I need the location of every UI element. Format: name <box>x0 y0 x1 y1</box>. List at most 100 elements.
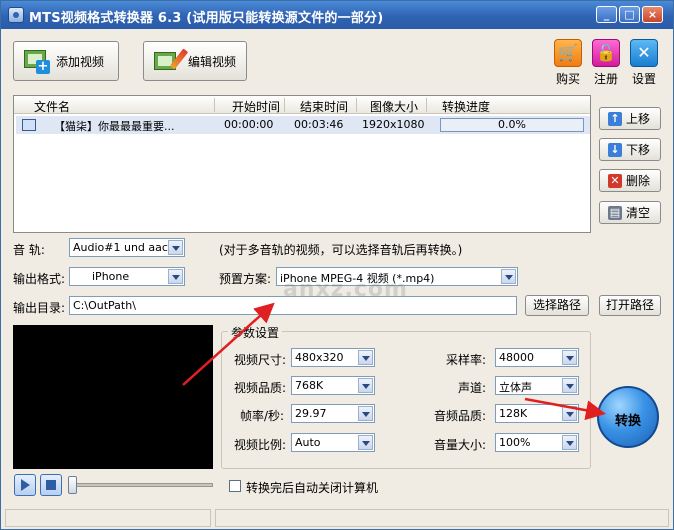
move-up-button[interactable]: ↑ 上移 <box>599 107 661 130</box>
chevron-down-icon[interactable] <box>562 435 577 450</box>
column-filename[interactable]: 文件名 <box>34 98 70 115</box>
chevron-down-icon[interactable] <box>562 406 577 421</box>
row-progress-text: 0.0% <box>498 118 526 131</box>
move-down-label: 下移 <box>626 143 651 157</box>
watermark-text: anxz.com <box>283 277 408 302</box>
delete-button[interactable]: ✕ 删除 <box>599 169 661 192</box>
main-window: MTS视频格式转换器 6.3 (试用版只能转换源文件的一部分) _ □ × + … <box>0 0 674 530</box>
channel-value: 立体声 <box>499 381 532 394</box>
app-icon <box>8 7 24 23</box>
stop-button[interactable] <box>40 474 62 496</box>
audio-track-select[interactable]: Audio#1 und aac <box>69 238 185 257</box>
volume-select[interactable]: 100% <box>495 433 579 452</box>
volume-label: 音量大小: <box>434 438 487 452</box>
register-label: 注册 <box>593 72 618 86</box>
output-dir-label: 输出目录: <box>13 301 66 315</box>
framerate-value: 29.97 <box>295 407 327 420</box>
open-path-button[interactable]: 打开路径 <box>599 295 661 316</box>
edit-video-label: 编辑视频 <box>188 54 237 69</box>
output-format-select[interactable]: iPhone <box>69 267 185 286</box>
audio-quality-value: 128K <box>499 407 528 420</box>
video-size-select[interactable]: 480x320 <box>291 348 375 367</box>
delete-x-icon: ✕ <box>608 173 622 188</box>
chevron-down-icon[interactable] <box>168 269 183 284</box>
status-cell-right <box>215 509 669 527</box>
output-dir-value: C:\OutPath\ <box>73 299 136 312</box>
aspect-select[interactable]: Auto <box>291 433 375 452</box>
chevron-down-icon[interactable] <box>562 378 577 393</box>
seek-slider-thumb[interactable] <box>68 476 77 494</box>
clear-button[interactable]: ▤ 清空 <box>599 201 661 224</box>
audio-track-label: 音 轨: <box>13 243 45 257</box>
choose-path-button[interactable]: 选择路径 <box>525 295 589 316</box>
column-start-time[interactable]: 开始时间 <box>232 98 280 115</box>
row-progress-bar: 0.0% <box>440 118 584 132</box>
row-end-time: 00:03:46 <box>294 118 344 131</box>
add-video-button[interactable]: + 添加视频 <box>13 41 119 81</box>
chevron-down-icon[interactable] <box>358 350 373 365</box>
convert-label: 转换 <box>614 414 641 429</box>
convert-button[interactable]: 转换 <box>597 386 659 448</box>
params-legend: 参数设置 <box>228 324 283 341</box>
output-format-value: iPhone <box>92 270 130 283</box>
move-up-label: 上移 <box>626 112 651 126</box>
chevron-down-icon[interactable] <box>358 435 373 450</box>
chevron-down-icon[interactable] <box>168 240 183 255</box>
table-row[interactable]: 【猫柒】你最最最重要... 00:00:00 00:03:46 1920x108… <box>16 116 590 134</box>
clear-label: 清空 <box>626 206 651 220</box>
video-size-label: 视频尺寸: <box>234 353 287 367</box>
framerate-label: 帧率/秒: <box>240 409 285 423</box>
chevron-down-icon[interactable] <box>358 406 373 421</box>
samplerate-value: 48000 <box>499 351 534 364</box>
column-end-time[interactable]: 结束时间 <box>300 98 348 115</box>
seek-slider[interactable] <box>68 476 213 494</box>
add-video-icon: + <box>24 48 50 74</box>
video-preview <box>13 325 213 469</box>
framerate-select[interactable]: 29.97 <box>291 404 375 423</box>
preset-label: 预置方案: <box>219 272 272 286</box>
status-bar <box>1 507 673 529</box>
column-progress[interactable]: 转换进度 <box>442 98 490 115</box>
register-button[interactable]: 🔓 注册 <box>590 39 622 87</box>
samplerate-label: 采样率: <box>446 353 487 367</box>
window-title: MTS视频格式转换器 6.3 (试用版只能转换源文件的一部分) <box>29 11 384 26</box>
close-button[interactable]: × <box>642 6 663 23</box>
file-list[interactable]: 文件名 开始时间 结束时间 图像大小 转换进度 【猫柒】你最最最重要... 00… <box>13 95 591 233</box>
video-file-icon <box>22 119 36 131</box>
row-image-size: 1920x1080 <box>362 118 425 131</box>
volume-value: 100% <box>499 436 531 449</box>
video-quality-value: 768K <box>295 379 324 392</box>
play-button[interactable] <box>14 474 36 496</box>
settings-button[interactable]: ✕ 设置 <box>628 39 660 87</box>
lock-icon: 🔓 <box>592 39 620 67</box>
add-video-label: 添加视频 <box>56 54 105 69</box>
clear-icon: ▤ <box>608 205 622 220</box>
video-size-value: 480x320 <box>295 351 344 364</box>
video-quality-label: 视频品质: <box>234 381 287 395</box>
chevron-down-icon[interactable] <box>562 350 577 365</box>
column-image-size[interactable]: 图像大小 <box>370 98 418 115</box>
audio-quality-select[interactable]: 128K <box>495 404 579 423</box>
buy-label: 购买 <box>555 72 580 86</box>
title-bar[interactable]: MTS视频格式转换器 6.3 (试用版只能转换源文件的一部分) _ □ × <box>1 1 673 29</box>
channel-select[interactable]: 立体声 <box>495 376 579 395</box>
settings-label: 设置 <box>631 72 656 86</box>
chevron-down-icon[interactable] <box>358 378 373 393</box>
maximize-button[interactable]: □ <box>619 6 640 23</box>
video-quality-select[interactable]: 768K <box>291 376 375 395</box>
arrow-down-icon: ↓ <box>608 142 622 157</box>
buy-button[interactable]: 🛒 购买 <box>552 39 584 87</box>
auto-shutdown-checkbox[interactable] <box>229 480 241 492</box>
move-down-button[interactable]: ↓ 下移 <box>599 138 661 161</box>
chevron-down-icon[interactable] <box>501 269 516 284</box>
tools-icon: ✕ <box>630 39 658 67</box>
channel-label: 声道: <box>458 381 487 395</box>
samplerate-select[interactable]: 48000 <box>495 348 579 367</box>
auto-shutdown-label: 转换完后自动关闭计算机 <box>246 481 379 495</box>
delete-label: 删除 <box>626 174 651 188</box>
status-cell-left <box>5 509 211 527</box>
edit-video-button[interactable]: 编辑视频 <box>143 41 247 81</box>
audio-track-hint: (对于多音轨的视频，可以选择音轨后再转换。) <box>219 243 463 257</box>
minimize-button[interactable]: _ <box>596 6 617 23</box>
audio-quality-label: 音频品质: <box>434 409 487 423</box>
